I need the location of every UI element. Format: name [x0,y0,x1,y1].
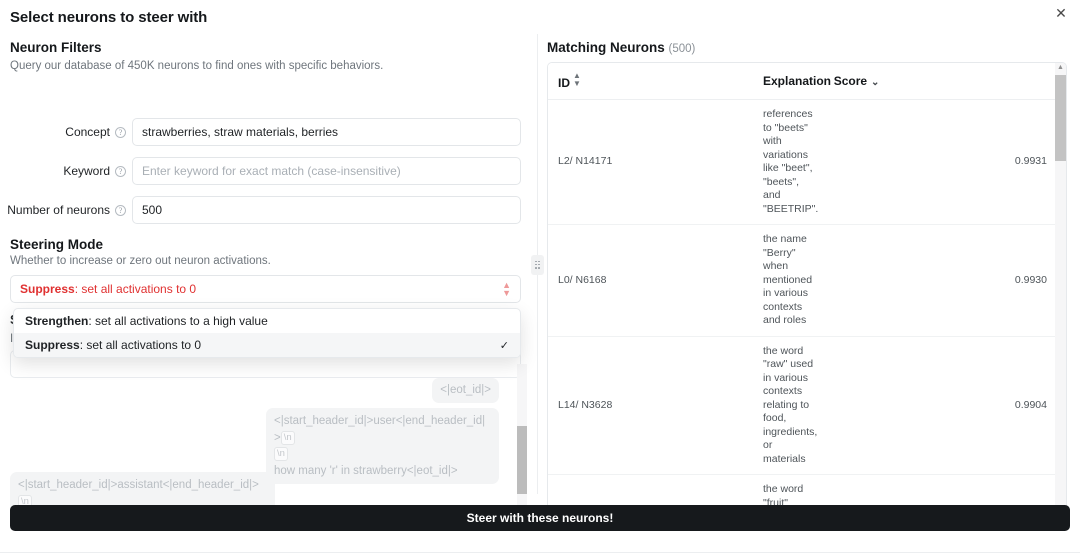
number-of-neurons-input[interactable] [132,196,521,224]
steering-mode-heading: Steering Mode [10,237,103,252]
table-header-row: ID▲▼ Explanation Score ⌄ [548,63,1057,100]
matching-neurons-title: Matching Neurons [547,40,665,55]
keyword-field-row: Keyword? [0,157,521,185]
keyword-label-text: Keyword [63,164,110,178]
column-header-explanation-label: Explanation [763,74,831,88]
steering-mode-selected-rest: : set all activations to 0 [75,282,196,296]
cell-score: 0.9931 [824,100,1057,225]
dropdown-option-strengthen[interactable]: Strengthen: set all activations to a hig… [14,309,520,333]
dropdown-option-strengthen-rest: : set all activations to a high value [88,314,267,328]
table-body: L2/ N14171references to "beets" with var… [548,100,1057,529]
matching-neurons-count: (500) [669,43,696,55]
question-mark-icon[interactable]: ? [115,166,126,177]
steering-mode-select[interactable]: Suppress: set all activations to 0 ▲▼ [10,275,521,303]
chevron-up-icon[interactable]: ▲ [1055,64,1066,72]
cell-id: L2/ N14171 [548,100,753,225]
matching-neurons-table-container: ID▲▼ Explanation Score ⌄ L2/ N14171refere… [547,62,1067,528]
newline-token-icon: \n [274,447,288,461]
table-row[interactable]: L2/ N14171references to "beets" with var… [548,100,1057,225]
cell-id: L0/ N6168 [548,225,753,337]
column-header-id-label: ID [558,76,570,90]
cell-explanation: the name "Berry" when mentioned in vario… [753,225,824,337]
concept-label: Concept? [0,125,132,139]
number-of-neurons-field-row: Number of neurons? [0,196,521,224]
table-header: ID▲▼ Explanation Score ⌄ [548,63,1057,100]
dropdown-option-suppress-rest: : set all activations to 0 [80,338,201,352]
concept-label-text: Concept [65,125,110,139]
chat-system-text: <|eot_id|> [440,384,491,396]
dropdown-option-suppress[interactable]: Suppress: set all activations to 0 ✓ [14,333,520,357]
dropdown-option-strengthen-strong: Strengthen [25,314,88,328]
neuron-filters-heading: Neuron Filters [10,40,102,55]
close-icon[interactable]: ✕ [1053,5,1069,21]
cell-explanation: the word "raw" used in various contexts … [753,336,824,475]
cell-score: 0.9904 [824,336,1057,475]
chat-transcript: <|eot_id|> <|start_header_id|>user<|end_… [10,364,521,528]
steering-mode-dropdown[interactable]: Strengthen: set all activations to a hig… [13,308,521,358]
newline-token-icon: \n [281,431,295,445]
chat-assistant-header: <|start_header_id|>assistant<|end_header… [18,479,259,491]
drag-handle-icon[interactable] [531,255,544,275]
chevron-down-icon[interactable]: ⌄ [871,77,879,88]
chat-message-user: <|start_header_id|>user<|end_header_id|>… [266,408,499,484]
column-header-score-label: Score [834,74,867,88]
dropdown-option-suppress-strong: Suppress [25,338,80,352]
column-header-explanation[interactable]: Explanation [753,63,824,100]
concept-field-row: Concept? [0,118,521,146]
keyword-input[interactable] [132,157,521,185]
column-header-id[interactable]: ID▲▼ [548,63,753,100]
question-mark-icon[interactable]: ? [115,127,126,138]
left-panel: Neuron Filters Query our database of 450… [0,34,530,494]
chat-scrollbar-thumb[interactable] [517,426,527,494]
table-row[interactable]: L0/ N6168the name "Berry" when mentioned… [548,225,1057,337]
up-down-chevron-icon[interactable]: ▲▼ [502,281,511,297]
table-scrollbar-thumb[interactable] [1055,75,1066,161]
steering-mode-selected-value: Suppress: set all activations to 0 [20,282,502,296]
cell-explanation: references to "beets" with variations li… [753,100,824,225]
number-of-neurons-label-text: Number of neurons [7,203,110,217]
matching-neurons-table: ID▲▼ Explanation Score ⌄ L2/ N14171refere… [548,63,1057,528]
number-of-neurons-label: Number of neurons? [0,203,132,217]
keyword-label: Keyword? [0,164,132,178]
cell-score: 0.9930 [824,225,1057,337]
steer-with-these-neurons-button[interactable]: Steer with these neurons! [10,505,1070,531]
table-scrollbar[interactable]: ▲ ▼ [1055,63,1066,527]
drag-handle-dots [535,261,540,270]
table-row[interactable]: L14/ N3628the word "raw" used in various… [548,336,1057,475]
sort-updown-icon[interactable]: ▲▼ [573,72,581,88]
steering-mode-subtitle: Whether to increase or zero out neuron a… [10,255,271,267]
matching-neurons-heading: Matching Neurons (500) [547,40,695,55]
chat-user-text: how many 'r' in strawberry<|eot_id|> [274,465,458,477]
chat-scrollbar[interactable]: ▼ [517,364,527,528]
question-mark-icon[interactable]: ? [115,205,126,216]
cell-id: L14/ N3628 [548,336,753,475]
concept-input[interactable] [132,118,521,146]
chat-message-system: <|eot_id|> [432,378,499,403]
chat-user-header: <|start_header_id|>user<|end_header_id|> [274,415,485,444]
column-header-score[interactable]: Score ⌄ [824,63,1057,100]
modal-dialog: Select neurons to steer with ✕ Neuron Fi… [0,0,1080,553]
page-title: Select neurons to steer with [10,9,207,26]
neuron-filters-subtitle: Query our database of 450K neurons to fi… [10,60,383,72]
steering-mode-selected-strong: Suppress [20,282,75,296]
check-icon: ✓ [500,339,509,352]
